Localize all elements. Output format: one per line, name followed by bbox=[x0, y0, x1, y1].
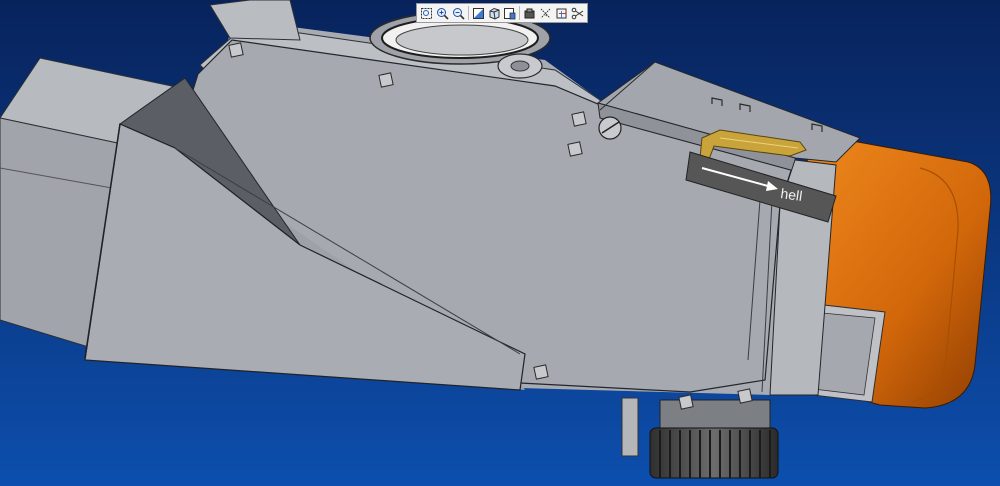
spin-center-icon[interactable] bbox=[554, 6, 569, 21]
toolbar-separator bbox=[519, 6, 521, 20]
saved-views-icon[interactable] bbox=[503, 6, 518, 21]
datum-display-icon[interactable]: * bbox=[538, 6, 553, 21]
zoom-out-icon[interactable] bbox=[451, 6, 466, 21]
view-toolbar: * bbox=[416, 3, 588, 23]
3d-model-viewport[interactable]: hell bbox=[0, 0, 1000, 486]
toolbar-separator bbox=[467, 6, 469, 20]
annotation-display-icon[interactable] bbox=[570, 6, 585, 21]
zoom-in-icon[interactable] bbox=[435, 6, 450, 21]
zoom-window-icon[interactable] bbox=[419, 6, 434, 21]
view-orientation-icon[interactable] bbox=[487, 6, 502, 21]
layers-icon[interactable] bbox=[522, 6, 537, 21]
refit-icon[interactable] bbox=[471, 6, 486, 21]
label-tag-text: hell bbox=[780, 185, 804, 204]
round-fastener bbox=[598, 116, 622, 140]
